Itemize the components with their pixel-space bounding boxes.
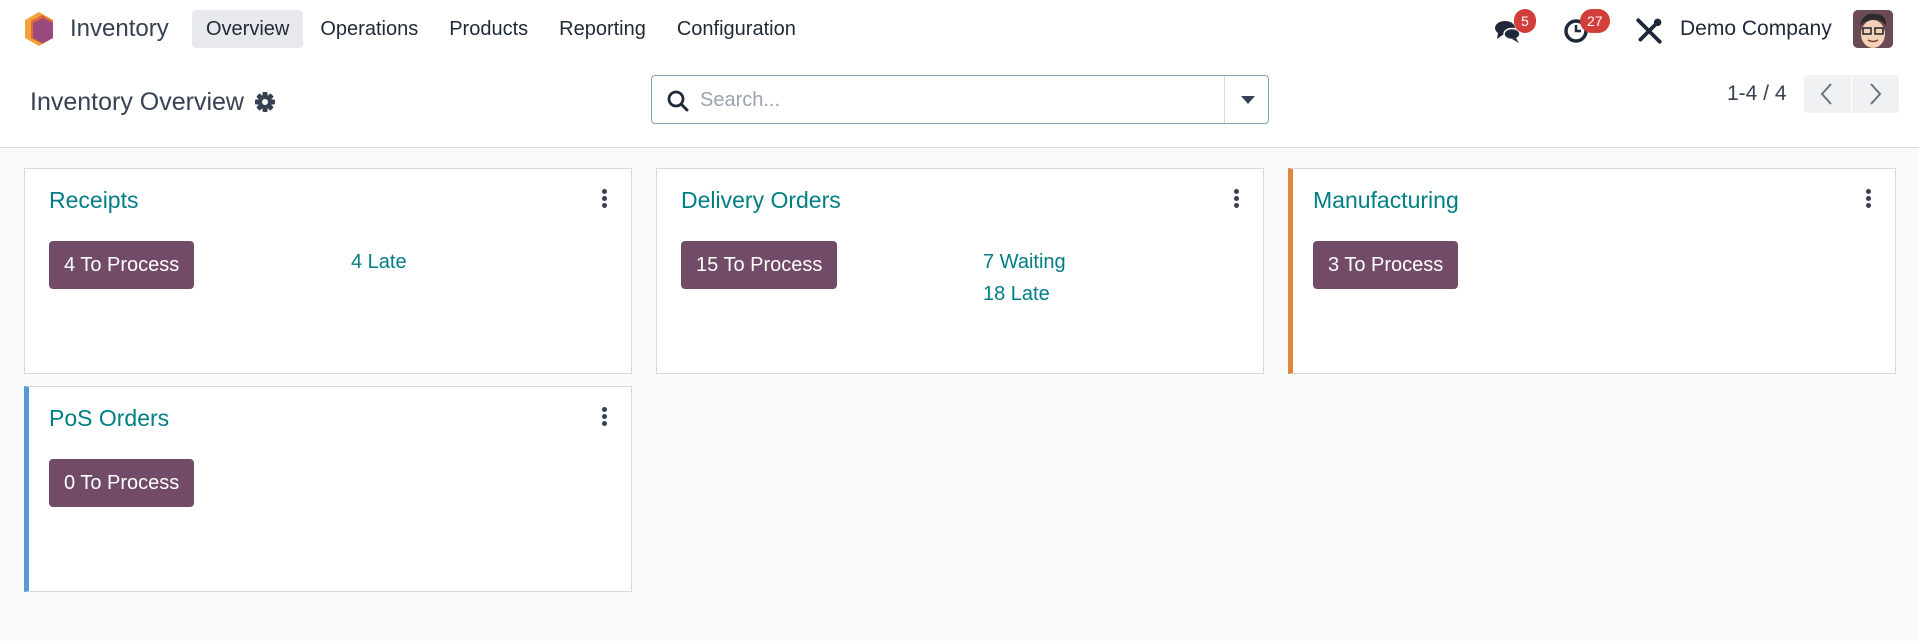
pager-previous-button[interactable] [1804, 75, 1851, 113]
page-title: Inventory Overview [30, 88, 244, 116]
card-stats: 7 Waiting 18 Late [983, 246, 1066, 310]
search-input[interactable] [700, 84, 1200, 116]
to-process-button[interactable]: 15 To Process [681, 241, 838, 289]
to-process-button[interactable]: 4 To Process [49, 241, 195, 289]
main-menu: Overview Operations Products Reporting C… [192, 10, 813, 48]
inventory-app-logo-icon[interactable] [24, 12, 54, 46]
pager-next-button[interactable] [1852, 75, 1899, 113]
card-menu-kebab-icon[interactable] [599, 407, 609, 429]
operation-card-delivery-orders: Delivery Orders 15 To Process 7 Waiting … [656, 168, 1264, 374]
card-menu-kebab-icon[interactable] [1231, 189, 1241, 211]
card-title[interactable]: Delivery Orders [681, 187, 841, 214]
card-menu-kebab-icon[interactable] [1863, 189, 1873, 211]
gear-icon[interactable] [254, 91, 276, 113]
user-avatar[interactable] [1853, 10, 1893, 48]
waiting-link[interactable]: 7 Waiting [983, 246, 1066, 278]
chevron-right-icon [1870, 83, 1882, 105]
operation-card-receipts: Receipts 4 To Process 4 Late [24, 168, 632, 374]
company-switcher[interactable]: Demo Company [1680, 17, 1832, 41]
to-process-button[interactable]: 0 To Process [49, 459, 195, 507]
search-bar [651, 75, 1269, 124]
menu-products[interactable]: Products [435, 10, 542, 48]
card-menu-kebab-icon[interactable] [599, 189, 609, 211]
menu-configuration[interactable]: Configuration [663, 10, 810, 48]
late-link[interactable]: 18 Late [983, 278, 1066, 310]
search-icon [667, 90, 689, 112]
menu-reporting[interactable]: Reporting [545, 10, 660, 48]
operation-card-pos-orders: PoS Orders 0 To Process [24, 386, 632, 592]
top-navbar: Inventory Overview Operations Products R… [0, 0, 1919, 60]
pager-value[interactable]: 1-4 / 4 [1727, 82, 1787, 106]
app-name[interactable]: Inventory [70, 15, 169, 43]
to-process-button[interactable]: 3 To Process [1313, 241, 1459, 289]
avatar-face-icon [1853, 10, 1893, 48]
menu-overview[interactable]: Overview [192, 10, 304, 48]
search-options-toggle[interactable] [1224, 76, 1268, 123]
card-stats: 4 Late [351, 246, 407, 278]
control-panel: Inventory Overview 1-4 / 4 [0, 60, 1919, 148]
tools-icon[interactable] [1635, 17, 1663, 45]
menu-operations[interactable]: Operations [306, 10, 432, 48]
late-link[interactable]: 4 Late [351, 246, 407, 278]
activities-badge: 27 [1580, 9, 1610, 33]
card-title[interactable]: Receipts [49, 187, 138, 214]
card-title[interactable]: Manufacturing [1313, 187, 1459, 214]
operation-card-manufacturing: Manufacturing 3 To Process [1288, 168, 1896, 374]
card-title[interactable]: PoS Orders [49, 405, 169, 432]
messages-badge: 5 [1514, 9, 1536, 33]
chevron-left-icon [1820, 83, 1832, 105]
